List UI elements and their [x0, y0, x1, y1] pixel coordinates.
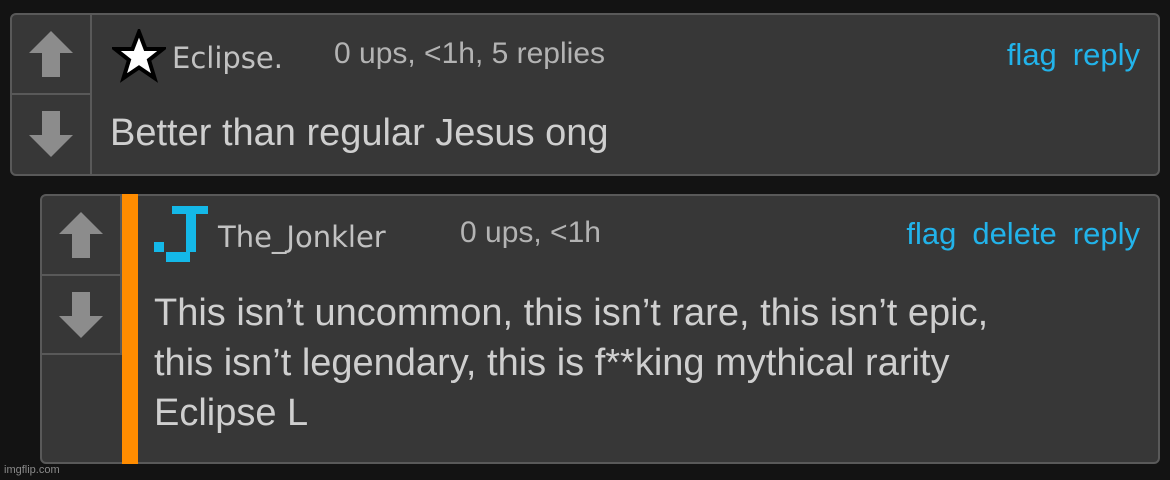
comment-meta: 0 ups, <1h [460, 216, 601, 249]
comment-eclipse: Eclipse. 0 ups, <1h, 5 replies flag repl… [10, 13, 1160, 176]
comment-content: The_Jonkler 0 ups, <1h flag delete reply… [152, 196, 1158, 462]
reply-link[interactable]: reply [1073, 216, 1140, 252]
star-icon[interactable] [112, 29, 166, 83]
reply-accent-bar [122, 194, 138, 464]
arrow-down-icon [59, 292, 103, 338]
comment-meta: 0 ups, <1h, 5 replies [334, 37, 606, 70]
downvote-button[interactable] [42, 276, 120, 354]
vote-column [42, 196, 122, 355]
vote-column [12, 15, 92, 174]
username[interactable]: The_Jonkler [218, 220, 386, 254]
comment-header: Eclipse. 0 ups, <1h, 5 replies flag repl… [108, 15, 1158, 85]
comment-jonkler: The_Jonkler 0 ups, <1h flag delete reply… [40, 194, 1160, 464]
imgflip-watermark: imgflip.com [4, 464, 60, 476]
username[interactable]: Eclipse. [172, 41, 283, 75]
upvote-button[interactable] [42, 196, 120, 274]
j-letter-icon[interactable] [148, 204, 212, 268]
comment-actions: flag delete reply [906, 216, 1140, 252]
flag-link[interactable]: flag [906, 216, 956, 252]
arrow-down-icon [29, 111, 73, 157]
arrow-up-icon [59, 212, 103, 258]
upvote-button[interactable] [12, 15, 90, 93]
comment-text: This isn’t uncommon, this isn’t rare, th… [154, 292, 989, 434]
comment-actions: flag reply [1007, 37, 1140, 73]
delete-link[interactable]: delete [972, 216, 1056, 252]
flag-link[interactable]: flag [1007, 37, 1057, 73]
downvote-button[interactable] [12, 95, 90, 173]
reply-link[interactable]: reply [1073, 37, 1140, 73]
comment-header: The_Jonkler 0 ups, <1h flag delete reply [152, 196, 1158, 266]
comment-content: Eclipse. 0 ups, <1h, 5 replies flag repl… [108, 15, 1158, 174]
comment-text: Better than regular Jesus ong [110, 112, 609, 154]
arrow-up-icon [29, 31, 73, 77]
